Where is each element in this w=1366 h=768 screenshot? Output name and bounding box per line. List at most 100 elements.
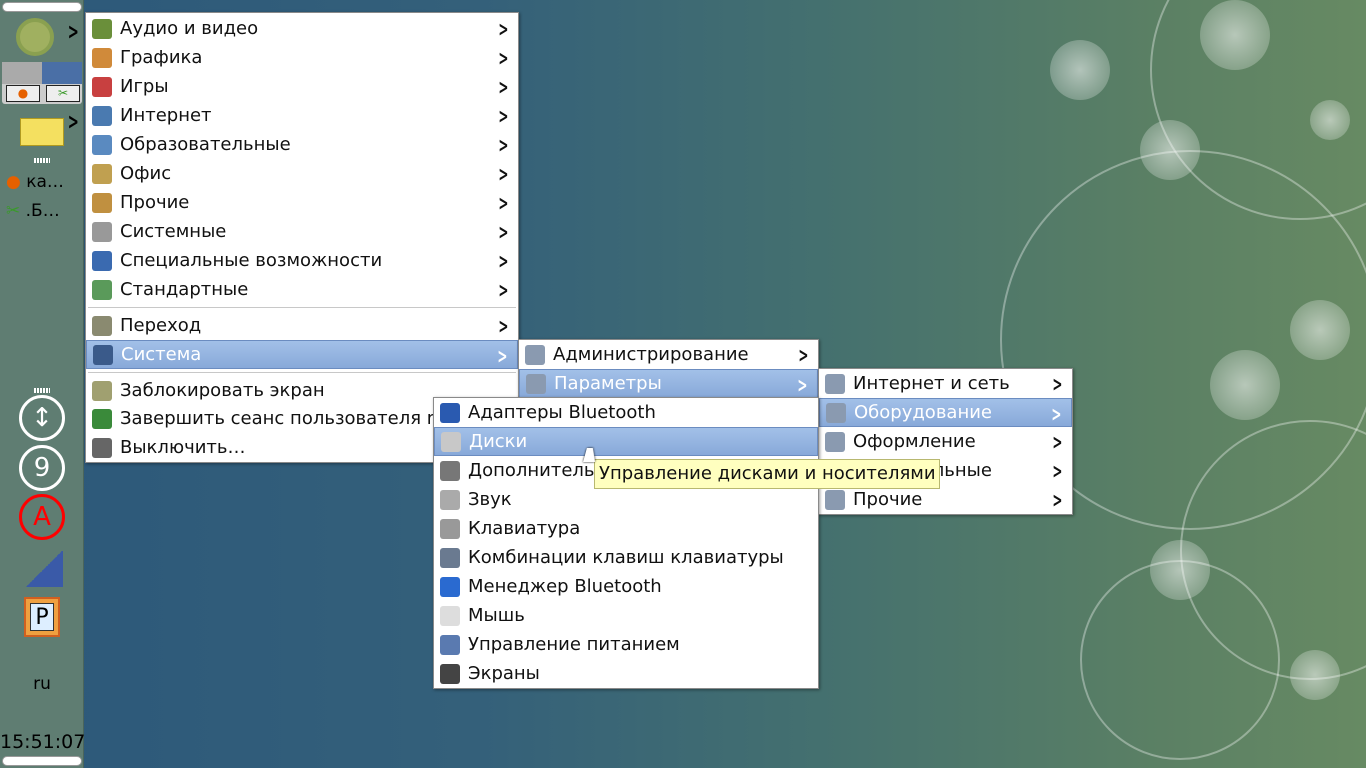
menu-item-label: Игры [120,76,169,97]
menu-item[interactable]: Диски [434,427,818,456]
workspace-switcher[interactable]: ● ✂ [2,62,82,104]
chevron-right-icon: > [498,104,509,128]
menu-item[interactable]: Комбинации клавиш клавиатуры [434,543,818,572]
menu-item[interactable]: Экраны [434,659,818,688]
chevron-right-icon: > [1051,402,1062,426]
chevron-right-icon: > [498,314,509,338]
chevron-right-icon: > [67,110,79,135]
appearance-icon [825,431,845,452]
network-icon [825,373,845,394]
chevron-right-icon: > [1052,430,1063,454]
menu-item[interactable]: Прочие > [86,188,518,217]
chevron-right-icon: > [798,343,809,367]
main-menu: Аудио и видео > Графика > Игры > Интернет > Обра… [85,12,519,463]
menu-item[interactable]: Офис > [86,159,518,188]
menu-item[interactable]: Прочие > [819,485,1072,514]
drawer-button[interactable] [20,118,64,146]
palette-icon [92,47,112,68]
menu-item-label: Прочие [853,489,923,510]
menu-item[interactable]: Система > [86,340,518,369]
menu-item-label: Заблокировать экран [120,380,325,401]
workspace-1[interactable] [2,62,42,84]
chevron-right-icon: > [498,133,509,157]
clipboard-icon[interactable]: P [24,597,60,637]
panel-scroll-bottom[interactable] [2,756,82,766]
chevron-right-icon: > [498,220,509,244]
box-icon [92,192,112,213]
menu-item[interactable]: Специальные возможности > [86,246,518,275]
tooltip: Управление дисками и носителями [594,459,940,489]
logout-icon [92,408,112,429]
firefox-icon: ● [6,172,21,192]
folder-icon [92,315,112,336]
menu-item[interactable]: Администрирование > [519,340,818,369]
chevron-right-icon: > [498,249,509,273]
menu-item-label: Звук [468,489,512,510]
main-menu-button[interactable]: > [16,18,79,58]
gear-icon [92,221,112,242]
panel-grip[interactable] [34,388,50,393]
menu-item[interactable]: Управление питанием [434,630,818,659]
menu-item[interactable]: Звук [434,485,818,514]
menu-item-label: Прочие [120,192,190,213]
menu-item[interactable]: Менеджер Bluetooth [434,572,818,601]
capslock-indicator[interactable]: A [19,494,65,540]
computer-icon [93,344,113,365]
keyboard-layout[interactable]: ru [0,674,84,694]
task-firefox[interactable]: ● ка… [6,172,64,192]
menu-item-label: Управление питанием [468,634,680,655]
tools-icon [92,279,112,300]
chevron-right-icon: > [498,278,509,302]
numlock-indicator[interactable]: 9 [19,445,65,491]
menu-item-label: Менеджер Bluetooth [468,576,662,597]
menu-item[interactable]: Оборудование > [819,398,1072,427]
menu-item-label: Переход [120,315,202,336]
parameters-submenu: Интернет и сеть > Оборудование > Оформление >… [818,368,1073,515]
menu-item[interactable]: Интернет > [86,101,518,130]
task-xfe[interactable]: ✂ .Б… [6,201,60,221]
menu-item-label: Администрирование [553,344,749,365]
menu-item-label: Система [121,344,202,365]
chevron-right-icon: > [498,75,509,99]
chevron-right-icon: > [797,373,808,397]
chevron-right-icon: > [1052,459,1063,483]
xfe-icon: ✂ [6,201,21,221]
menu-item[interactable]: Параметры > [519,369,818,398]
menu-item[interactable]: Переход > [86,311,518,340]
chevron-right-icon: > [498,162,509,186]
task-label: ка… [26,172,64,192]
scroll-indicator-icon[interactable]: ↕ [19,395,65,441]
workspace-2[interactable] [42,62,82,84]
menu-item-label: Специальные возможности [120,250,383,271]
menu-item-label: Адаптеры Bluetooth [468,402,656,423]
menu-item-label: Выключить… [120,437,246,458]
chevron-right-icon: > [67,20,79,45]
clock[interactable]: 15:51:07 [0,731,85,753]
menu-item[interactable]: Адаптеры Bluetooth [434,398,818,427]
menu-separator [88,307,516,308]
firefox-icon: ● [6,85,40,102]
menu-item[interactable]: Системные > [86,217,518,246]
menu-item[interactable]: Игры > [86,72,518,101]
bluetooth-adapter-icon [440,402,460,423]
hardware-icon [826,402,846,423]
chevron-right-icon: > [1052,372,1063,396]
menu-item[interactable]: Стандартные > [86,275,518,304]
menu-item[interactable]: Интернет и сеть > [819,369,1072,398]
panel-grip[interactable] [34,158,50,163]
panel-scroll-top[interactable] [2,2,82,12]
menu-item-label: Экраны [468,663,540,684]
hardware-submenu: Адаптеры BluetoothДискиДополнительные др… [433,397,819,689]
menu-separator [88,372,516,373]
menu-item[interactable]: Клавиатура [434,514,818,543]
mouse-icon [440,605,460,626]
bluetooth-icon [440,576,460,597]
chevron-right-icon: > [498,46,509,70]
menu-item[interactable]: Аудио и видео > [86,14,518,43]
menu-item[interactable]: Мышь [434,601,818,630]
menu-item[interactable]: Оформление > [819,427,1072,456]
menu-item[interactable]: Графика > [86,43,518,72]
chevron-right-icon: > [498,17,509,41]
network-signal-icon[interactable] [25,551,63,587]
menu-item[interactable]: Образовательные > [86,130,518,159]
